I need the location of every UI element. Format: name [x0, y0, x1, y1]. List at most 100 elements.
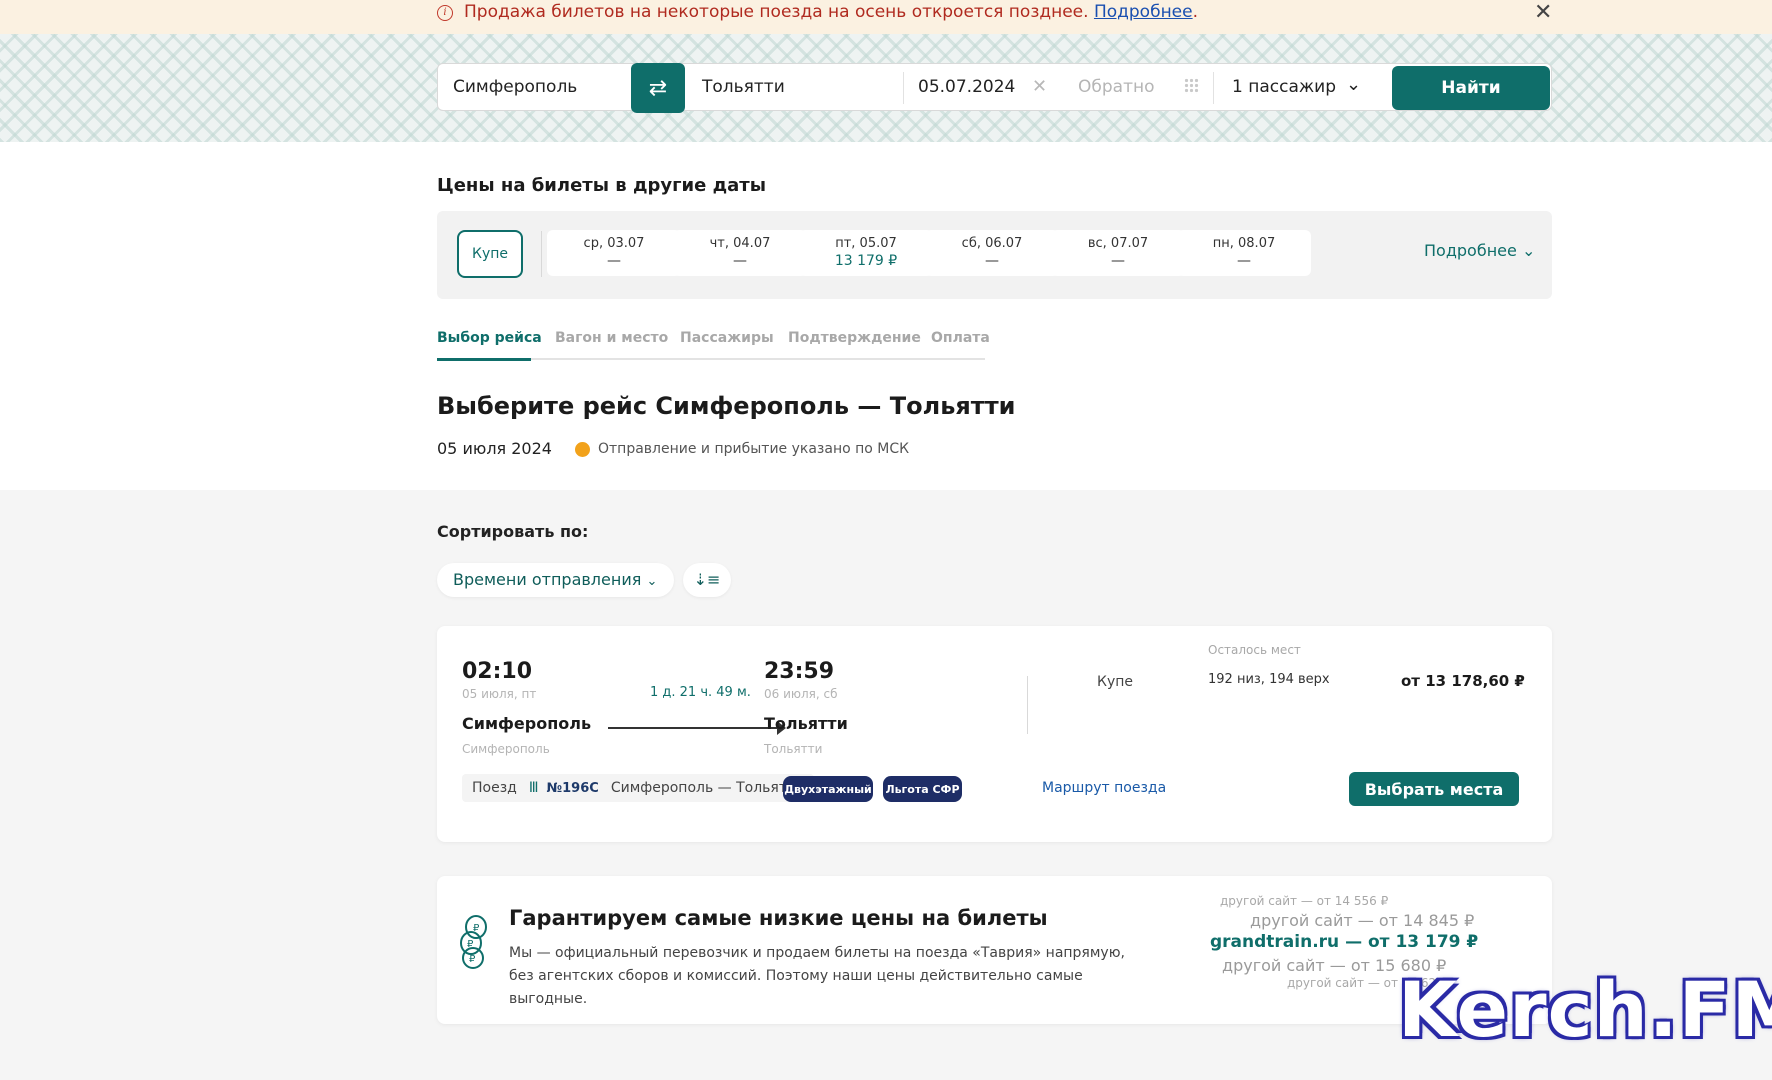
badge-sfr-benefit: Льгота СФР — [883, 776, 962, 802]
coins-icon: ₽ ₽ ₽ — [460, 915, 487, 969]
sort-direction-button[interactable]: ⇣≡ — [683, 563, 731, 597]
find-button[interactable]: Найти — [1392, 66, 1550, 110]
competitor-price: другой сайт — от 14 556 ₽ — [1220, 894, 1389, 908]
date-card-price: — — [607, 253, 621, 269]
step-car-seat[interactable]: Вагон и место — [555, 330, 668, 346]
price-guarantee-card: ₽ ₽ ₽ Гарантируем самые низкие цены на б… — [437, 876, 1552, 1024]
select-seats-button[interactable]: Выбрать места — [1349, 772, 1519, 806]
date-card-label: вс, 07.07 — [1087, 236, 1149, 251]
train-info: Поезд Ⅲ №196С Симферополь — Тольятти — [462, 774, 815, 802]
swap-arrows-icon: ⇄ — [648, 75, 668, 101]
seats-left-label: Осталось мест — [1208, 643, 1301, 657]
car-class: Купе — [1097, 674, 1133, 690]
own-price: grandtrain.ru — от 13 179 ₽ — [1210, 932, 1479, 952]
calendar-icon[interactable] — [1184, 78, 1200, 94]
svg-text:₽: ₽ — [473, 923, 480, 934]
date-card[interactable]: сб, 06.07 — — [925, 230, 1059, 276]
notice-message: Продажа билетов на некоторые поезда на о… — [464, 2, 1089, 22]
train-price: от 13 178,60 ₽ — [1401, 672, 1525, 690]
step-payment[interactable]: Оплата — [931, 330, 990, 346]
date-card-label: пн, 08.07 — [1212, 236, 1276, 251]
step-passengers[interactable]: Пассажиры — [680, 330, 774, 346]
info-icon: i — [437, 5, 453, 21]
svg-text:₽: ₽ — [467, 939, 474, 950]
date-card-label: ср, 03.07 — [583, 236, 645, 251]
date-card-price: — — [985, 253, 999, 269]
notice-text: Продажа билетов на некоторые поезда на о… — [464, 2, 1198, 22]
arrival-date: 06 июля, сб — [764, 687, 838, 701]
guarantee-line: без агентских сборов и комиссий. Поэтому… — [509, 968, 1083, 1007]
step-confirmation[interactable]: Подтверждение — [788, 330, 921, 346]
return-date-field[interactable]: Обратно — [1078, 64, 1155, 110]
other-dates-title: Цены на билеты в другие даты — [437, 175, 766, 196]
route-line — [608, 727, 783, 729]
notice-details-link[interactable]: Подробнее — [1094, 2, 1193, 22]
train-route-link[interactable]: Маршрут поезда — [1042, 780, 1166, 796]
guarantee-title: Гарантируем самые низкие цены на билеты — [509, 906, 1048, 930]
from-field[interactable]: Симферополь — [453, 64, 577, 110]
guarantee-line: Мы — официальный перевозчик и продаем би… — [509, 945, 1125, 961]
competitor-price: другой сайт — от 14 845 ₽ — [1250, 911, 1475, 930]
date-card-price: — — [1111, 253, 1125, 269]
active-step-underline — [437, 358, 531, 361]
svg-text:₽: ₽ — [469, 954, 476, 965]
other-dates-panel: Купе ср, 03.07 — чт, 04.07 — пт, 05.07 1… — [437, 211, 1552, 299]
notice-banner: i Продажа билетов на некоторые поезда на… — [0, 0, 1772, 34]
train-type-label: Поезд — [472, 780, 517, 796]
trip-date: 05 июля 2024 — [437, 439, 552, 458]
passengers-select[interactable]: 1 пассажир — [1232, 64, 1336, 110]
close-icon[interactable]: ✕ — [1534, 0, 1552, 25]
date-card-price: — — [733, 253, 747, 269]
date-card-label: чт, 04.07 — [709, 236, 771, 251]
guarantee-text: Мы — официальный перевозчик и продаем би… — [509, 942, 1149, 1011]
more-dates-link[interactable]: Подробнее ⌄ — [1424, 241, 1535, 260]
timezone-note: Отправление и прибытие указано по МСК — [598, 441, 910, 457]
seats-left: 192 низ, 194 верх — [1208, 672, 1330, 687]
departure-station: Симферополь — [462, 742, 550, 756]
arrival-time: 23:59 — [764, 659, 835, 684]
step-flight[interactable]: Выбор рейса — [437, 330, 542, 346]
divider — [1213, 72, 1214, 104]
chevron-down-icon: ⌄ — [646, 574, 658, 589]
date-card[interactable]: вс, 07.07 — — [1051, 230, 1185, 276]
content-top — [0, 142, 1772, 490]
class-chip-coupe[interactable]: Купе — [457, 230, 523, 278]
date-field[interactable]: 05.07.2024 — [918, 64, 1015, 110]
sort-label: Сортировать по: — [437, 522, 589, 541]
date-card[interactable]: ср, 03.07 — — [547, 230, 681, 276]
date-card-selected[interactable]: пт, 05.07 13 179 ₽ — [799, 230, 933, 276]
swap-button[interactable]: ⇄ — [631, 63, 685, 113]
departure-time: 02:10 — [462, 659, 533, 684]
clock-icon — [575, 442, 590, 457]
train-icon: Ⅲ — [528, 780, 539, 796]
travel-duration: 1 д. 21 ч. 49 м. — [650, 685, 751, 700]
search-bar: Симферополь ⇄ Тольятти 05.07.2024 ✕ Обра… — [437, 63, 1552, 113]
booking-steps: Выбор рейса Вагон и место Пассажиры Подт… — [437, 330, 990, 361]
sort-select[interactable]: Времени отправления ⌄ — [437, 563, 674, 597]
chevron-down-icon: ⌄ — [1521, 241, 1536, 260]
date-card-price: — — [1237, 253, 1251, 269]
arrival-station: Тольятти — [764, 742, 823, 756]
divider — [1027, 676, 1028, 734]
date-card[interactable]: пн, 08.07 — — [1177, 230, 1311, 276]
train-route: Симферополь — Тольятти — [610, 780, 805, 796]
departure-city: Симферополь — [462, 714, 592, 733]
chevron-down-icon[interactable]: ⌄ — [1346, 74, 1361, 95]
train-card: 02:10 05 июля, пт 1 д. 21 ч. 49 м. 23:59… — [437, 626, 1552, 842]
departure-date: 05 июля, пт — [462, 687, 537, 701]
clear-date-icon[interactable]: ✕ — [1032, 64, 1047, 110]
notice-tail: . — [1192, 2, 1199, 22]
date-card-label: пт, 05.07 — [835, 236, 897, 251]
date-card-label: сб, 06.07 — [961, 236, 1023, 251]
train-number: №196С — [546, 780, 599, 796]
date-card-price: 13 179 ₽ — [834, 253, 898, 269]
page-title: Выберите рейс Симферополь — Тольятти — [437, 392, 1016, 420]
more-dates-label: Подробнее — [1424, 241, 1517, 260]
sort-order-icon: ⇣≡ — [693, 570, 721, 589]
date-card[interactable]: чт, 04.07 — — [673, 230, 807, 276]
sort-value: Времени отправления — [453, 570, 642, 589]
watermark-logo: Kerch.FM — [1398, 965, 1772, 1054]
arrival-city: Тольятти — [764, 714, 848, 733]
divider — [903, 72, 904, 104]
to-field[interactable]: Тольятти — [702, 64, 785, 110]
